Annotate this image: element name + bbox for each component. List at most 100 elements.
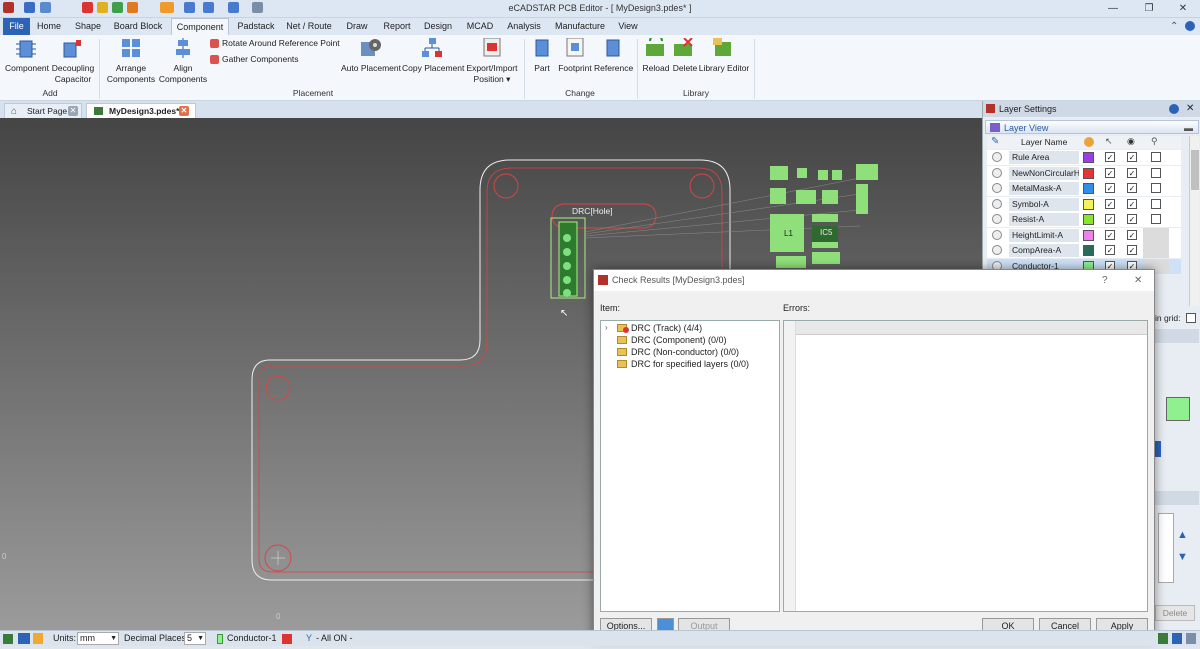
- decoupling-capacitor-button[interactable]: Decoupling Capacitor: [50, 63, 96, 85]
- export-import-position-button[interactable]: Export/Import Position ▾: [463, 63, 521, 85]
- part-button[interactable]: Part: [530, 63, 554, 74]
- select-checkbox[interactable]: ✓: [1105, 167, 1115, 178]
- layer-switch-icon[interactable]: [282, 634, 292, 644]
- active-layer-radio[interactable]: [992, 167, 1002, 178]
- restore-button[interactable]: ❐: [1132, 1, 1166, 17]
- dialog-help-button[interactable]: ?: [1102, 270, 1108, 291]
- layer-row[interactable]: NewNonCircularHo ✓ ✓: [987, 165, 1181, 181]
- visible-checkbox[interactable]: ✓: [1127, 229, 1137, 240]
- reference-button[interactable]: Reference: [594, 63, 633, 74]
- tab-net-route[interactable]: Net / Route: [283, 18, 335, 35]
- lock-checkbox[interactable]: [1151, 183, 1161, 193]
- errors-list[interactable]: [783, 320, 1148, 612]
- select-checkbox[interactable]: ✓: [1105, 183, 1115, 193]
- tab-manufacture[interactable]: Manufacture: [551, 18, 609, 35]
- layer-view-header[interactable]: Layer View ▬: [985, 120, 1199, 134]
- tab-board-block[interactable]: Board Block: [111, 18, 165, 35]
- visible-checkbox[interactable]: ✓: [1127, 183, 1137, 193]
- layer-color-swatch[interactable]: [1083, 245, 1094, 256]
- layer-color-swatch[interactable]: [1083, 152, 1094, 163]
- delete-layer-button[interactable]: Delete: [1155, 605, 1195, 621]
- footprint-button[interactable]: Footprint: [555, 63, 595, 74]
- reload-button[interactable]: Reload: [640, 63, 672, 74]
- library-editor-button[interactable]: Library Editor: [697, 63, 751, 74]
- visible-checkbox[interactable]: ✓: [1127, 214, 1137, 224]
- tab-shape[interactable]: Shape: [71, 18, 105, 35]
- close-tab-icon[interactable]: ✕: [68, 106, 78, 116]
- visible-checkbox[interactable]: ✓: [1127, 167, 1137, 178]
- layer-row[interactable]: HeightLimit-A ✓ ✓: [987, 227, 1181, 243]
- color-preview[interactable]: [1166, 397, 1190, 421]
- active-layer-radio[interactable]: [992, 245, 1002, 255]
- layer-color-swatch[interactable]: [1083, 229, 1094, 241]
- tab-draw[interactable]: Draw: [342, 18, 372, 35]
- tab-start-page[interactable]: ⌂ Start Page ✕: [4, 103, 82, 118]
- layer-color-swatch[interactable]: [1083, 167, 1094, 179]
- auto-placement-button[interactable]: Auto Placement: [340, 63, 402, 74]
- lock-checkbox[interactable]: [1151, 214, 1161, 224]
- close-button[interactable]: ✕: [1166, 1, 1200, 17]
- copy-placement-button[interactable]: Copy Placement: [402, 63, 464, 74]
- active-layer-radio[interactable]: [992, 198, 1002, 209]
- select-checkbox[interactable]: ✓: [1105, 214, 1115, 224]
- status-icon-5[interactable]: [1186, 633, 1196, 644]
- lock-checkbox[interactable]: [1151, 198, 1161, 209]
- grid-icon[interactable]: [18, 633, 30, 644]
- decimal-places-select[interactable]: 5 ▼: [184, 632, 206, 645]
- close-panel-icon[interactable]: ✕: [1186, 101, 1194, 117]
- select-checkbox[interactable]: ✓: [1105, 229, 1115, 240]
- layer-row[interactable]: Resist-A ✓ ✓: [987, 212, 1181, 227]
- value-scrollbar[interactable]: [1158, 513, 1174, 583]
- tree-item-drc-track[interactable]: DRC (Track) (4/4): [617, 323, 702, 334]
- dialog-close-button[interactable]: ✕: [1134, 270, 1142, 291]
- active-layer-radio[interactable]: [992, 152, 1002, 162]
- visible-checkbox[interactable]: ✓: [1127, 198, 1137, 209]
- tree-item-drc-specified-layers[interactable]: DRC for specified layers (0/0): [617, 359, 749, 370]
- select-checkbox[interactable]: ✓: [1105, 245, 1115, 255]
- snap-in-grid-checkbox[interactable]: [1186, 313, 1196, 323]
- align-components-button[interactable]: Align Components: [156, 63, 210, 85]
- status-icon-3[interactable]: [1158, 633, 1168, 644]
- tree-item-drc-non-conductor[interactable]: DRC (Non-conductor) (0/0): [617, 347, 739, 358]
- layer-row[interactable]: CompArea-A ✓ ✓: [987, 243, 1181, 258]
- lock-checkbox[interactable]: [1151, 152, 1161, 162]
- tab-mcad[interactable]: MCAD: [463, 18, 497, 35]
- ribbon-minimize-icon[interactable]: ⌃: [1170, 21, 1178, 32]
- filter-icon[interactable]: Y: [306, 631, 312, 646]
- visible-checkbox[interactable]: ✓: [1127, 152, 1137, 162]
- tab-mydesign3[interactable]: MyDesign3.pdes* ✕: [86, 103, 196, 118]
- tab-file[interactable]: File: [3, 18, 30, 35]
- layer-row[interactable]: MetalMask-A ✓ ✓: [987, 181, 1181, 196]
- active-layer-radio[interactable]: [992, 183, 1002, 193]
- expand-icon[interactable]: ›: [605, 323, 608, 332]
- layer-row[interactable]: Rule Area ✓ ✓: [987, 150, 1181, 165]
- status-icon-1[interactable]: [3, 634, 13, 644]
- tab-home[interactable]: Home: [33, 18, 65, 35]
- layer-list-scrollbar[interactable]: [1189, 136, 1199, 306]
- tab-design[interactable]: Design: [421, 18, 455, 35]
- help-icon[interactable]: [1169, 104, 1179, 114]
- close-tab-icon[interactable]: ✕: [179, 106, 189, 116]
- units-select[interactable]: mm ▼: [77, 632, 119, 645]
- help-icon[interactable]: [1185, 21, 1195, 31]
- gather-components-button[interactable]: Gather Components: [222, 54, 299, 65]
- layer-color-swatch[interactable]: [1083, 214, 1094, 225]
- select-checkbox[interactable]: ✓: [1105, 198, 1115, 209]
- tab-component[interactable]: Component: [171, 18, 229, 35]
- active-layer-radio[interactable]: [992, 214, 1002, 224]
- component-button[interactable]: Component: [5, 63, 49, 74]
- layer-row[interactable]: Symbol-A ✓ ✓: [987, 196, 1181, 212]
- layer-color-swatch[interactable]: [1083, 198, 1094, 210]
- arrange-components-button[interactable]: Arrange Components: [104, 63, 158, 85]
- status-icon-4[interactable]: [1172, 633, 1182, 644]
- move-down-button[interactable]: ▼: [1177, 551, 1188, 563]
- drc-item-tree[interactable]: › DRC (Track) (4/4) DRC (Component) (0/0…: [600, 320, 780, 612]
- move-up-button[interactable]: ▲: [1177, 529, 1188, 541]
- tab-view[interactable]: View: [615, 18, 641, 35]
- select-checkbox[interactable]: ✓: [1105, 152, 1115, 162]
- collapse-icon[interactable]: ▬: [1184, 121, 1193, 135]
- visible-checkbox[interactable]: ✓: [1127, 245, 1137, 255]
- tab-analysis[interactable]: Analysis: [504, 18, 544, 35]
- tab-report[interactable]: Report: [380, 18, 414, 35]
- status-icon-2[interactable]: [33, 633, 43, 644]
